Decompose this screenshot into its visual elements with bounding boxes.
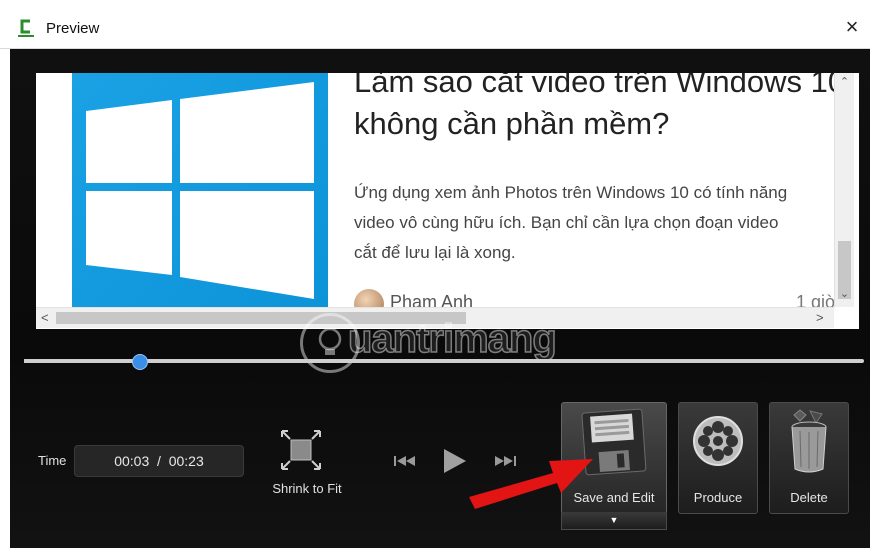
video-frame: Làm sao cắt video trên Windows 10 không … <box>36 73 859 329</box>
trash-can-icon <box>791 409 827 473</box>
article-thumbnail <box>72 73 328 307</box>
shrink-to-fit-icon[interactable] <box>280 429 322 471</box>
previous-icon[interactable] <box>392 447 418 475</box>
article-title[interactable]: Làm sao cắt video trên Windows 10 không … <box>354 73 845 145</box>
delete-label: Delete <box>790 490 828 505</box>
vertical-scrollbar[interactable]: ⌃ ⌄ <box>834 73 854 307</box>
scroll-left-icon[interactable]: < <box>41 310 49 325</box>
close-button[interactable]: × <box>840 14 864 40</box>
window-title: Preview <box>46 20 100 37</box>
seek-progress <box>24 359 140 363</box>
article-description: Ứng dụng xem ảnh Photos trên Windows 10 … <box>354 183 788 262</box>
produce-button[interactable]: Produce <box>678 402 758 514</box>
produce-label: Produce <box>693 490 743 505</box>
scroll-down-icon[interactable]: ⌄ <box>835 287 854 300</box>
time-label: Time <box>38 453 67 468</box>
horizontal-scroll-thumb[interactable] <box>56 312 466 324</box>
camtasia-icon <box>16 18 36 38</box>
time-separator: / <box>157 453 161 469</box>
scroll-right-icon[interactable]: > <box>816 310 824 325</box>
horizontal-scrollbar[interactable]: < > <box>36 307 834 328</box>
total-time: 00:23 <box>168 453 204 469</box>
seek-bar[interactable] <box>24 354 864 370</box>
seek-thumb[interactable] <box>132 354 149 370</box>
play-icon[interactable] <box>440 447 468 475</box>
delete-button[interactable]: Delete <box>769 402 849 514</box>
red-arrow-annotation <box>469 459 593 509</box>
current-time: 00:03 <box>114 453 150 469</box>
windows-logo-icon <box>86 82 314 299</box>
shrink-to-fit-label[interactable]: Shrink to Fit <box>252 481 362 496</box>
preview-player: Làm sao cắt video trên Windows 10 không … <box>10 49 870 548</box>
title-bar: Preview × <box>0 0 870 49</box>
time-display: 00:03 / 00:23 <box>74 445 244 477</box>
scroll-up-icon[interactable]: ⌃ <box>835 75 854 88</box>
film-reel-icon <box>693 416 743 466</box>
